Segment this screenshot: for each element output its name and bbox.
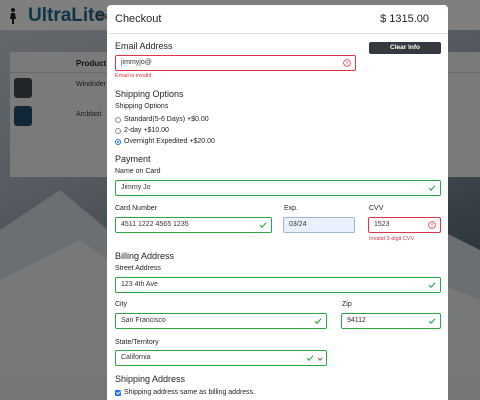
zip-label: Zip [342,301,352,308]
same-as-billing-checkbox[interactable] [115,389,121,396]
order-total: $ 1315.00 [380,13,429,25]
name-on-card-label: Name on Card [115,168,161,175]
radio-button[interactable] [115,116,121,123]
email-error: Email is invalid [115,73,152,79]
cvv-error: Invalid 3-digit CVV [369,236,415,242]
shipping-option-label: 2-day +$10.00 [124,127,169,134]
zip-field[interactable]: 94112 [341,313,441,329]
card-number-value: 4511 1222 4565 1235 [121,221,189,228]
name-on-card-field[interactable]: Jimmy Jo [115,180,441,196]
check-icon [428,318,436,324]
state-label: State/Territory [115,339,159,346]
exp-field[interactable]: 03/24 [283,217,355,233]
street-address-value: 123 4th Ave [121,281,158,288]
shipping-options-label: Shipping Options [115,103,169,110]
checkout-modal: Checkout $ 1315.00 Email Address Clear I… [107,5,448,400]
exp-value: 03/24 [289,221,307,228]
state-value: California [121,354,151,361]
city-value: San Francisco [121,317,166,324]
email-field[interactable]: jimmyjo@ [115,55,356,71]
radio-button[interactable] [115,127,121,134]
shipping-address-section-title: Shipping Address [115,374,186,384]
email-section-title: Email Address [115,41,173,51]
check-icon [428,282,436,288]
radio-button-selected[interactable] [115,138,121,145]
shipping-option-label: Standard(5-6 Days) +$0.00 [124,116,209,123]
card-number-field[interactable]: 4511 1222 4565 1235 [115,217,272,233]
error-icon [428,221,436,229]
payment-section-title: Payment [115,154,151,164]
cvv-label: CVV [369,205,384,212]
cvv-value: 1523 [374,221,390,228]
shipping-option-2day[interactable]: 2-day +$10.00 [115,127,169,134]
error-icon [343,59,351,67]
exp-label: Exp. [284,205,299,212]
shipping-option-standard[interactable]: Standard(5-6 Days) +$0.00 [115,116,209,123]
card-number-label: Card Number [115,205,158,212]
shipping-option-label: Overnight Expedited +$20.00 [124,138,215,145]
same-as-billing-checkbox-row[interactable]: Shipping address same as billing address… [115,389,255,396]
shipping-option-overnight[interactable]: Overnight Expedited +$20.00 [115,138,215,145]
modal-header: Checkout $ 1315.00 [107,5,448,34]
check-icon [259,222,267,228]
clear-info-button[interactable]: Clear Info [369,42,441,54]
street-address-label: Street Address [115,265,161,272]
billing-section-title: Billing Address [115,251,175,261]
name-on-card-value: Jimmy Jo [121,184,151,191]
check-icon [306,355,314,361]
check-icon [314,318,322,324]
state-select[interactable]: California [115,350,327,366]
street-address-field[interactable]: 123 4th Ave [115,277,441,293]
chevron-down-icon [317,357,323,361]
cvv-field[interactable]: 1523 [368,217,441,233]
same-as-billing-label: Shipping address same as billing address… [124,389,256,396]
check-icon [428,185,436,191]
city-label: City [115,301,128,308]
shipping-section-title: Shipping Options [115,89,184,99]
email-value: jimmyjo@ [121,59,152,66]
modal-title: Checkout [115,13,162,25]
zip-value: 94112 [347,317,366,324]
city-field[interactable]: San Francisco [115,313,327,329]
